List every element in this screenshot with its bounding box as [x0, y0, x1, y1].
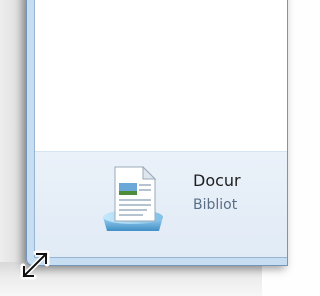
resize-diagonal-icon[interactable]: [16, 246, 54, 284]
details-pane: Docur Bibliot: [35, 151, 287, 257]
details-item-type: Bibliot: [193, 197, 238, 213]
file-list-pane[interactable]: [35, 0, 287, 151]
explorer-window: Docur Bibliot: [26, 0, 288, 266]
window-client-area: Docur Bibliot: [34, 0, 287, 258]
documents-library-icon: [103, 165, 163, 231]
details-item-name: Docur: [193, 171, 241, 190]
